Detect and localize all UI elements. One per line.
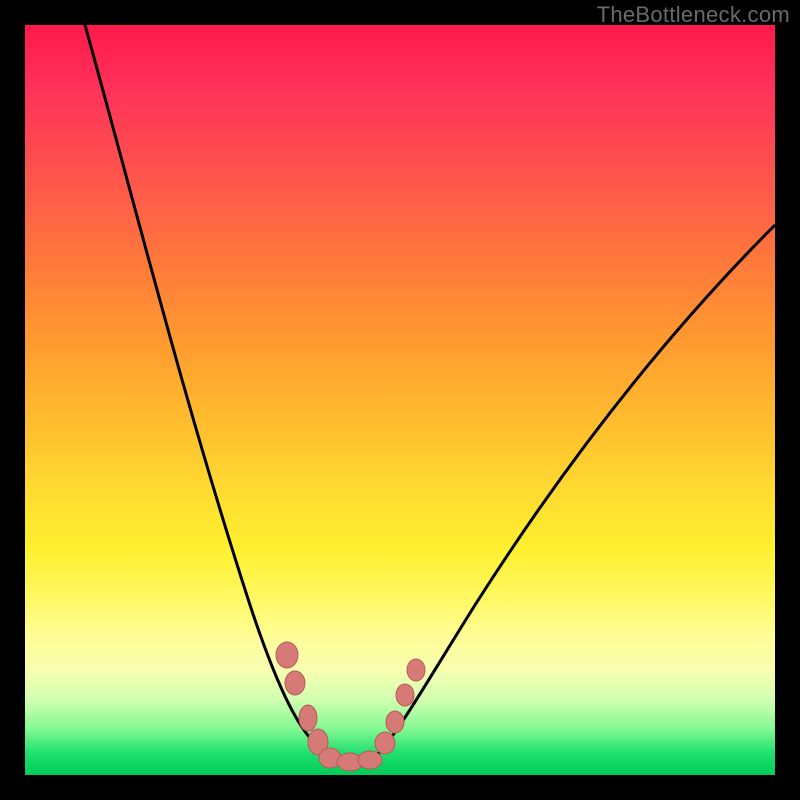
bead: [299, 705, 317, 731]
bead: [407, 659, 425, 681]
right-curve: [375, 225, 775, 757]
watermark-text: TheBottleneck.com: [597, 2, 790, 28]
bead: [396, 684, 414, 706]
bead: [285, 671, 305, 695]
plot-area: [25, 25, 775, 775]
chart-frame: TheBottleneck.com: [0, 0, 800, 800]
bead: [375, 732, 395, 754]
bead: [386, 711, 404, 733]
bead: [358, 751, 382, 769]
bead: [276, 642, 298, 668]
bead-group: [276, 642, 425, 771]
curve-layer: [25, 25, 775, 775]
